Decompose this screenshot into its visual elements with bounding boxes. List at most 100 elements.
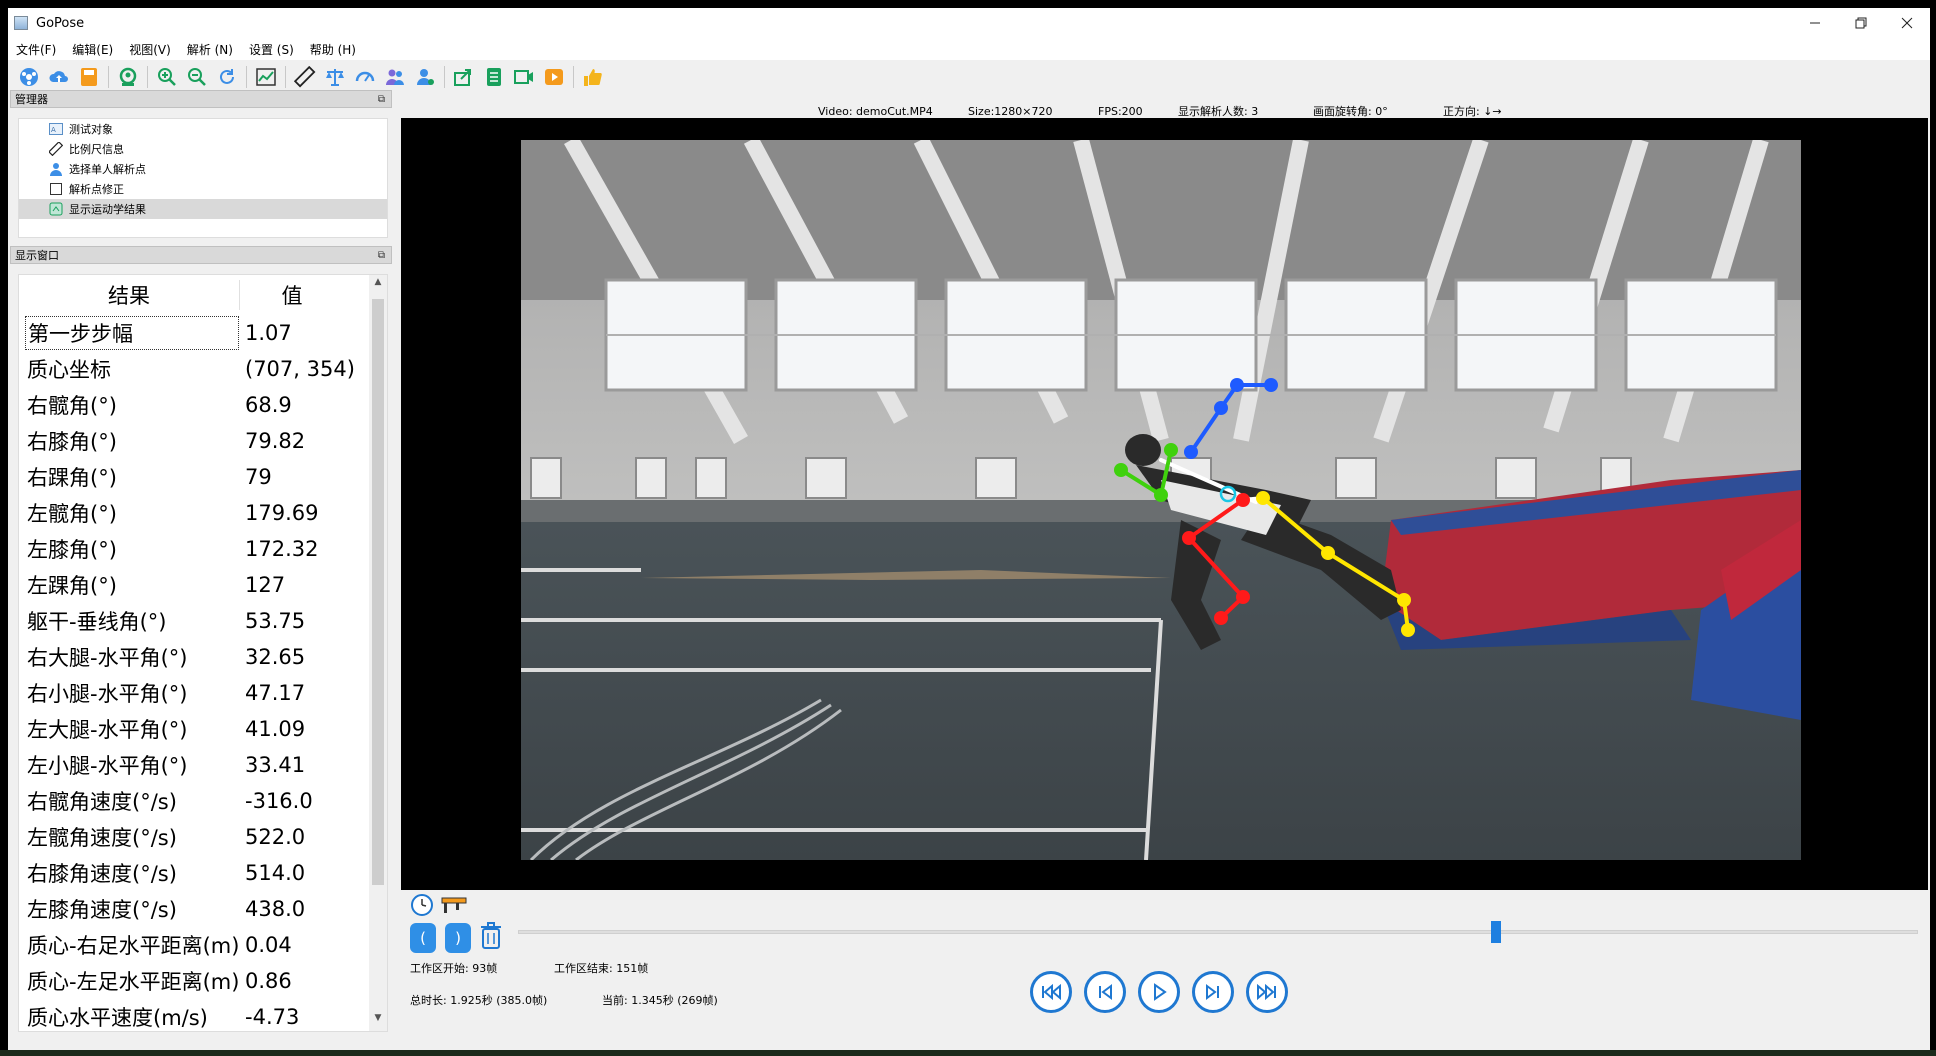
- timeline-slider-handle[interactable]: [1491, 921, 1502, 943]
- result-value-cell: 41.09: [245, 717, 306, 741]
- menu-view[interactable]: 视图(V): [121, 38, 179, 60]
- save-button[interactable]: [75, 63, 103, 91]
- timeline-slider-track[interactable]: [518, 930, 1918, 934]
- keypoint[interactable]: [1321, 546, 1335, 560]
- restore-icon: [1855, 17, 1867, 29]
- video-viewport[interactable]: [401, 118, 1928, 890]
- result-name-cell: 右小腿-水平角(°): [27, 682, 188, 706]
- result-value-cell: 0.86: [245, 969, 292, 993]
- menu-help[interactable]: 帮助 (H): [302, 38, 364, 60]
- table-row[interactable]: 右膝角(°) 79.82: [19, 423, 387, 459]
- result-value-cell: 522.0: [245, 825, 306, 849]
- work-start-button[interactable]: (: [410, 923, 436, 953]
- play-button[interactable]: [1138, 971, 1180, 1013]
- tree-item-ruler-info[interactable]: 比例尺信息: [19, 139, 387, 159]
- keypoint[interactable]: [1264, 378, 1278, 392]
- keypoint-detect-button[interactable]: [114, 63, 142, 91]
- keypoint[interactable]: [1214, 611, 1228, 625]
- balance-button[interactable]: [321, 63, 349, 91]
- menu-analyze[interactable]: 解析 (N): [179, 38, 241, 60]
- keypoint[interactable]: [1256, 491, 1270, 505]
- clock-button[interactable]: [410, 892, 434, 918]
- table-row[interactable]: 右髋角速度(°/s) -316.0: [19, 783, 387, 819]
- keypoint[interactable]: [1184, 445, 1198, 459]
- menu-settings[interactable]: 设置 (S): [241, 38, 302, 60]
- ruler-button[interactable]: [291, 63, 319, 91]
- tree-item-select-person[interactable]: 选择单人解析点: [19, 159, 387, 179]
- table-row[interactable]: 右膝角速度(°/s) 514.0: [19, 855, 387, 891]
- open-video-button[interactable]: [15, 63, 43, 91]
- keypoint[interactable]: [1401, 623, 1415, 637]
- table-row[interactable]: 左踝角(°) 127: [19, 567, 387, 603]
- previous-frame-button[interactable]: [1084, 971, 1126, 1013]
- minimize-button[interactable]: [1792, 8, 1838, 38]
- table-row[interactable]: 右小腿-水平角(°) 47.17: [19, 675, 387, 711]
- export-video-button[interactable]: [510, 63, 538, 91]
- scroll-up-icon[interactable]: ▲: [369, 277, 387, 293]
- keypoint[interactable]: [1164, 443, 1178, 457]
- scrollbar-thumb[interactable]: [372, 299, 384, 885]
- caliper-button[interactable]: [440, 892, 468, 918]
- result-value-cell: 53.75: [245, 609, 306, 633]
- keypoint[interactable]: [1114, 463, 1128, 477]
- clock-icon: [411, 894, 433, 916]
- result-value-cell: 47.17: [245, 681, 306, 705]
- table-row[interactable]: 左髋角(°) 179.69: [19, 495, 387, 531]
- keypoint[interactable]: [1236, 590, 1250, 604]
- clear-workarea-button[interactable]: [480, 922, 502, 950]
- keypoint[interactable]: [1214, 401, 1228, 415]
- multi-person-icon: [386, 69, 404, 85]
- chart-button[interactable]: [252, 63, 280, 91]
- like-button[interactable]: [579, 63, 607, 91]
- table-row[interactable]: 左髋角速度(°/s) 522.0: [19, 819, 387, 855]
- tree-item-kinematics[interactable]: 显示运动学结果: [19, 199, 387, 219]
- table-row[interactable]: 质心-左足水平距离(m) 0.86: [19, 963, 387, 999]
- keypoint[interactable]: [1182, 531, 1196, 545]
- close-button[interactable]: [1884, 8, 1930, 38]
- table-row[interactable]: 躯干-垂线角(°) 53.75: [19, 603, 387, 639]
- skip-to-end-button[interactable]: [1246, 971, 1288, 1013]
- table-row[interactable]: 右髋角(°) 68.9: [19, 387, 387, 423]
- menu-file[interactable]: 文件(F): [8, 38, 64, 60]
- checkbox-icon[interactable]: [49, 182, 63, 196]
- next-frame-button[interactable]: [1192, 971, 1234, 1013]
- table-row[interactable]: 质心坐标 (707, 354): [19, 351, 387, 387]
- keypoint[interactable]: [1236, 493, 1250, 507]
- table-row[interactable]: 左膝角速度(°/s) 438.0: [19, 891, 387, 927]
- restore-button[interactable]: [1838, 8, 1884, 38]
- export-button[interactable]: [450, 63, 478, 91]
- single-person-button[interactable]: [411, 63, 439, 91]
- zoom-in-button[interactable]: [153, 63, 181, 91]
- cloud-upload-button[interactable]: [45, 63, 73, 91]
- keypoint[interactable]: [1397, 593, 1411, 607]
- table-row[interactable]: 左膝角(°) 172.32: [19, 531, 387, 567]
- work-end-button[interactable]: ): [445, 923, 471, 953]
- dock-float-icon[interactable]: ⧉: [378, 250, 385, 261]
- rotate-icon: [220, 69, 234, 84]
- zoom-out-button[interactable]: [183, 63, 211, 91]
- tree-item-keypoint-fix[interactable]: 解析点修正: [19, 179, 387, 199]
- results-scrollbar[interactable]: ▲ ▼: [369, 275, 387, 1031]
- video-frame[interactable]: [521, 140, 1801, 860]
- table-row[interactable]: 左小腿-水平角(°) 33.41: [19, 747, 387, 783]
- keypoint[interactable]: [1154, 488, 1168, 502]
- export-data-button[interactable]: [480, 63, 508, 91]
- skip-to-start-button[interactable]: [1030, 971, 1072, 1013]
- rotate-button[interactable]: [213, 63, 241, 91]
- table-row[interactable]: 左大腿-水平角(°) 41.09: [19, 711, 387, 747]
- table-row[interactable]: 右踝角(°) 79: [19, 459, 387, 495]
- export-gif-button[interactable]: [540, 63, 568, 91]
- table-row[interactable]: 质心-右足水平距离(m) 0.04: [19, 927, 387, 963]
- multi-person-button[interactable]: [381, 63, 409, 91]
- column-header-result[interactable]: 结果: [19, 280, 239, 310]
- gauge-button[interactable]: [351, 63, 379, 91]
- table-row[interactable]: 质心水平速度(m/s) -4.73: [19, 999, 387, 1031]
- dock-float-icon[interactable]: ⧉: [378, 94, 385, 105]
- table-row[interactable]: 右大腿-水平角(°) 32.65: [19, 639, 387, 675]
- table-row[interactable]: 第一步步幅 1.07: [19, 315, 387, 351]
- menu-edit[interactable]: 编辑(E): [64, 38, 121, 60]
- column-header-value[interactable]: 值: [239, 280, 344, 310]
- tree-item-test-object[interactable]: A 测试对象: [19, 119, 387, 139]
- scroll-down-icon[interactable]: ▼: [369, 1013, 387, 1029]
- keypoint[interactable]: [1230, 378, 1244, 392]
